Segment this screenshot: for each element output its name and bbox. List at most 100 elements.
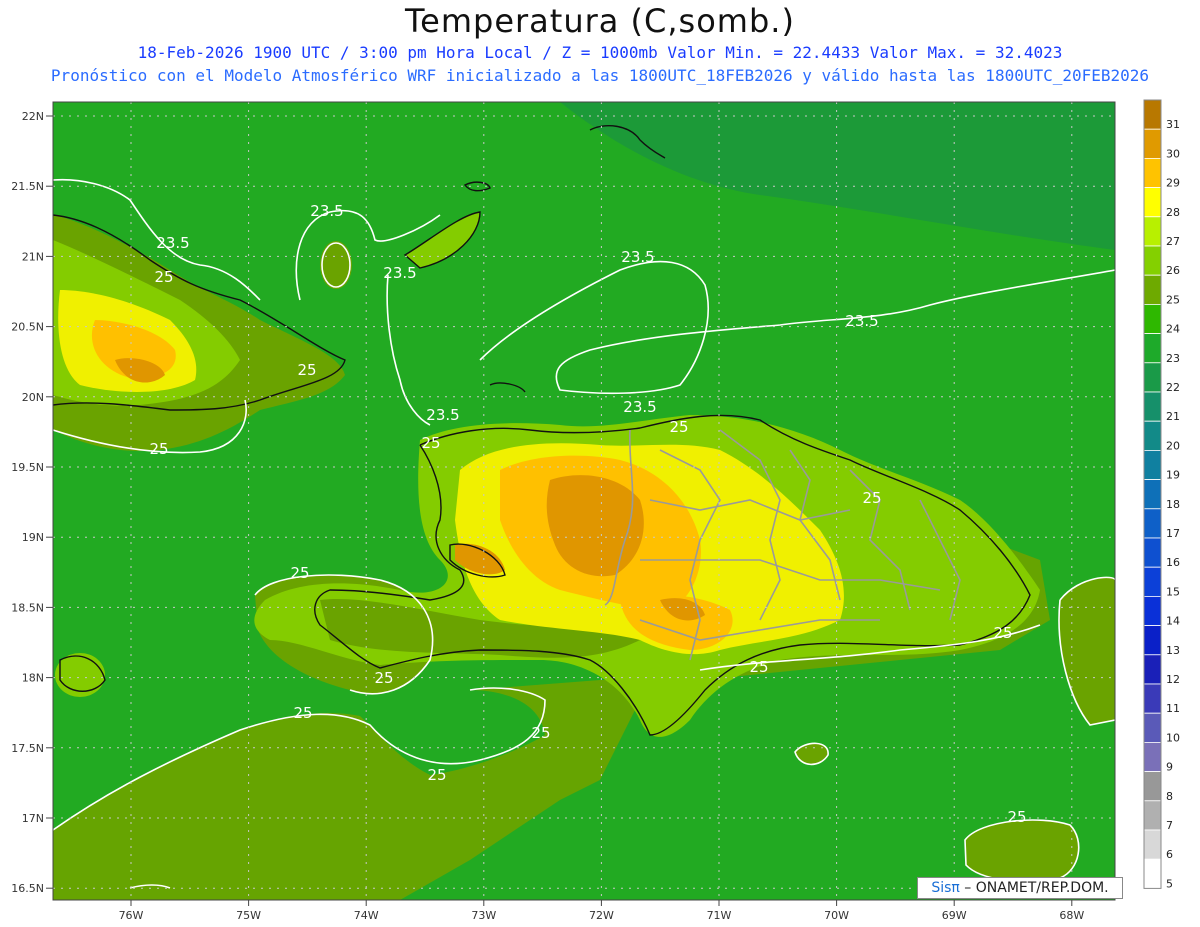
colorbar-swatch [1143,654,1162,685]
lat-tick-label: 21.5N [11,180,44,193]
colorbar-label: 14 [1166,615,1180,628]
colorbar-swatch [1143,508,1162,539]
isotherm-label: 23.5 [621,248,654,266]
temperature-map: 23.5 23.5 25 23.5 23.5 23.5 25 25 23.5 23.5 25 25 25… [11,99,1180,922]
colorbar-swatch [1143,625,1162,656]
credit-text: – ONAMET/REP.DOM. [959,880,1109,896]
colorbar-label: 25 [1166,293,1180,306]
colorbar-swatch [1143,362,1162,393]
isotherm-label: 25 [427,766,446,784]
colorbar-swatch [1143,712,1162,743]
colorbar-swatch [1143,742,1162,773]
colorbar-label: 7 [1166,819,1173,832]
lat-tick-label: 19.5N [11,461,44,474]
colorbar-swatch [1143,566,1162,597]
colorbar-swatch [1143,274,1162,305]
colorbar-swatch [1143,420,1162,451]
colorbar-swatch [1143,683,1162,714]
colorbar-swatch [1143,303,1162,334]
lat-tick-label: 17.5N [11,742,44,755]
isotherm-label: 25 [154,268,173,286]
lat-tick-label: 20N [22,391,44,404]
lat-tick-label: 21N [22,250,44,263]
lon-tick-label: 68W [1059,909,1084,922]
lon-tick-label: 75W [236,909,261,922]
lon-tick-label: 72W [589,909,614,922]
lon-tick-label: 71W [707,909,732,922]
lat-tick-label: 22N [22,110,44,123]
isotherm-label: 25 [421,434,440,452]
isotherm-label: 25 [297,361,316,379]
isotherm-label: 25 [531,724,550,742]
colorbar-label: 20 [1166,439,1180,452]
colorbar-label: 8 [1166,790,1173,803]
sispi-logo-text: Sisπ [931,880,960,896]
colorbar-label: 9 [1166,761,1173,774]
colorbar-swatch [1143,858,1162,889]
lat-tick-label: 20.5N [11,321,44,334]
colorbar-label: 29 [1166,177,1180,190]
lon-tick-label: 70W [824,909,849,922]
isotherm-label: 25 [149,440,168,458]
colorbar-label: 15 [1166,585,1180,598]
isotherm-label: 25 [749,658,768,676]
lat-tick-label: 18.5N [11,601,44,614]
colorbar-label: 6 [1166,848,1173,861]
isotherm-label: 23.5 [156,234,189,252]
colorbar-swatch [1143,99,1162,130]
isotherm-label: 23.5 [623,398,656,416]
colorbar-label: 18 [1166,498,1180,511]
longitude-axis: 76W 75W 74W 73W 72W 71W 70W 69W 68W [119,900,1084,922]
colorbar-swatch [1143,187,1162,218]
colorbar-swatch [1143,537,1162,568]
lat-tick-label: 18N [22,672,44,685]
lat-tick-label: 17N [22,812,44,825]
isotherm-label: 23.5 [845,312,878,330]
lon-tick-label: 74W [354,909,379,922]
colorbar-swatch [1143,128,1162,159]
lon-tick-label: 76W [119,909,144,922]
lat-tick-label: 16.5N [11,882,44,895]
colorbar-label: 31 [1166,118,1180,131]
isotherm-label: 25 [290,564,309,582]
colorbar-label: 21 [1166,410,1180,423]
colorbar-label: 27 [1166,235,1180,248]
credit-box: Sisπ – ONAMET/REP.DOM. [917,877,1123,899]
colorbar-label: 5 [1166,877,1173,890]
lon-tick-label: 69W [942,909,967,922]
colorbar-swatch [1143,449,1162,480]
isotherm-label: 25 [862,489,881,507]
isotherm-label: 23.5 [383,264,416,282]
colorbar-label: 13 [1166,644,1180,657]
colorbar-swatch [1143,391,1162,422]
colorbar-label: 11 [1166,702,1180,715]
colorbar-swatch [1143,245,1162,276]
colorbar-label: 16 [1166,556,1180,569]
colorbar-swatch [1143,771,1162,802]
colorbar-label: 10 [1166,731,1180,744]
isotherm-label: 25 [993,624,1012,642]
warm-sea-region [965,820,1079,882]
colorbar-label: 30 [1166,147,1180,160]
colorbar-swatch [1143,829,1162,860]
colorbar-label: 23 [1166,352,1180,365]
isotherm-label: 25 [293,704,312,722]
lon-tick-label: 73W [471,909,496,922]
colorbar-label: 28 [1166,206,1180,219]
colorbar-swatch [1143,216,1162,247]
colorbar-swatch [1143,333,1162,364]
colorbar-swatch [1143,596,1162,627]
latitude-axis: 22N 21.5N 21N 20.5N 20N 19.5N 19N 18.5N 18N 17.5N… [11,110,53,895]
colorbar: 31 30 29 28 27 26 25 24 23 22 21 20 19 18 17 16 15 14 13 12… [1143,99,1180,890]
isotherm-label: 23.5 [426,406,459,424]
colorbar-label: 19 [1166,469,1180,482]
lat-tick-label: 19N [22,531,44,544]
colorbar-swatch [1143,157,1162,188]
colorbar-swatch [1143,479,1162,510]
colorbar-label: 12 [1166,673,1180,686]
isotherm-label: 25 [1007,808,1026,826]
colorbar-label: 26 [1166,264,1180,277]
colorbar-label: 24 [1166,323,1180,336]
isotherm-label: 25 [669,418,688,436]
colorbar-swatch [1143,800,1162,831]
